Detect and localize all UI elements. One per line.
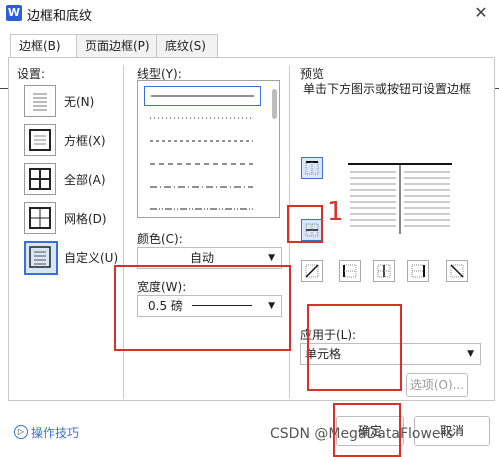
box-border-icon [24,124,56,156]
setting-box-label: 方框(X) [64,134,106,148]
annotation-number: 1 [327,197,344,227]
annotation-box [333,403,401,457]
none-border-icon [24,85,56,117]
setting-custom-label: 自定义(U) [64,251,119,265]
preview-hint: 单击下方图示或按钮可设置边框 [303,82,472,96]
setting-none-label: 无(N) [64,95,95,109]
preview-document[interactable] [340,150,460,235]
close-icon[interactable]: ✕ [471,3,491,23]
annotation-box [114,265,291,351]
settings-label: 设置: [17,67,46,81]
chevron-down-icon: ▼ [467,349,474,359]
inside-vertical-border-button[interactable] [373,260,395,282]
annotation-box [287,205,323,243]
line-style-list[interactable] [137,80,280,218]
line-style-option-dashed[interactable] [144,155,259,173]
grid-border-icon [24,202,56,234]
setting-grid-label: 网格(D) [64,212,107,226]
line-style-option-solid[interactable] [144,86,261,106]
right-border-button[interactable] [407,260,429,282]
top-border-button[interactable] [301,157,323,179]
all-border-icon [24,163,56,195]
line-style-option-dashed-fine[interactable] [144,132,259,150]
tab-borders[interactable]: 边框(B) [10,34,78,59]
line-style-scrollbar[interactable] [272,89,277,119]
options-button[interactable]: 选项(O)... [406,373,468,397]
tab-page-borders[interactable]: 页面边框(P) [76,34,166,57]
left-border-button[interactable] [339,260,361,282]
play-icon: ▷ [14,425,28,439]
wps-app-icon: W [6,5,22,21]
color-label: 颜色(C): [137,232,183,246]
line-style-option-dash-dot-dot[interactable] [144,200,259,217]
diagonal-down-border-button[interactable] [446,260,468,282]
dialog-title: 边框和底纹 [27,9,93,24]
line-style-option-dash-dot[interactable] [144,178,259,196]
tips-link[interactable]: 操作技巧 [31,424,79,441]
annotation-box [307,304,402,391]
diagonal-up-border-button[interactable] [301,260,323,282]
setting-all-label: 全部(A) [64,173,106,187]
line-style-option-dotted[interactable] [144,109,259,127]
custom-border-icon [24,241,58,275]
tab-shading[interactable]: 底纹(S) [156,34,218,57]
